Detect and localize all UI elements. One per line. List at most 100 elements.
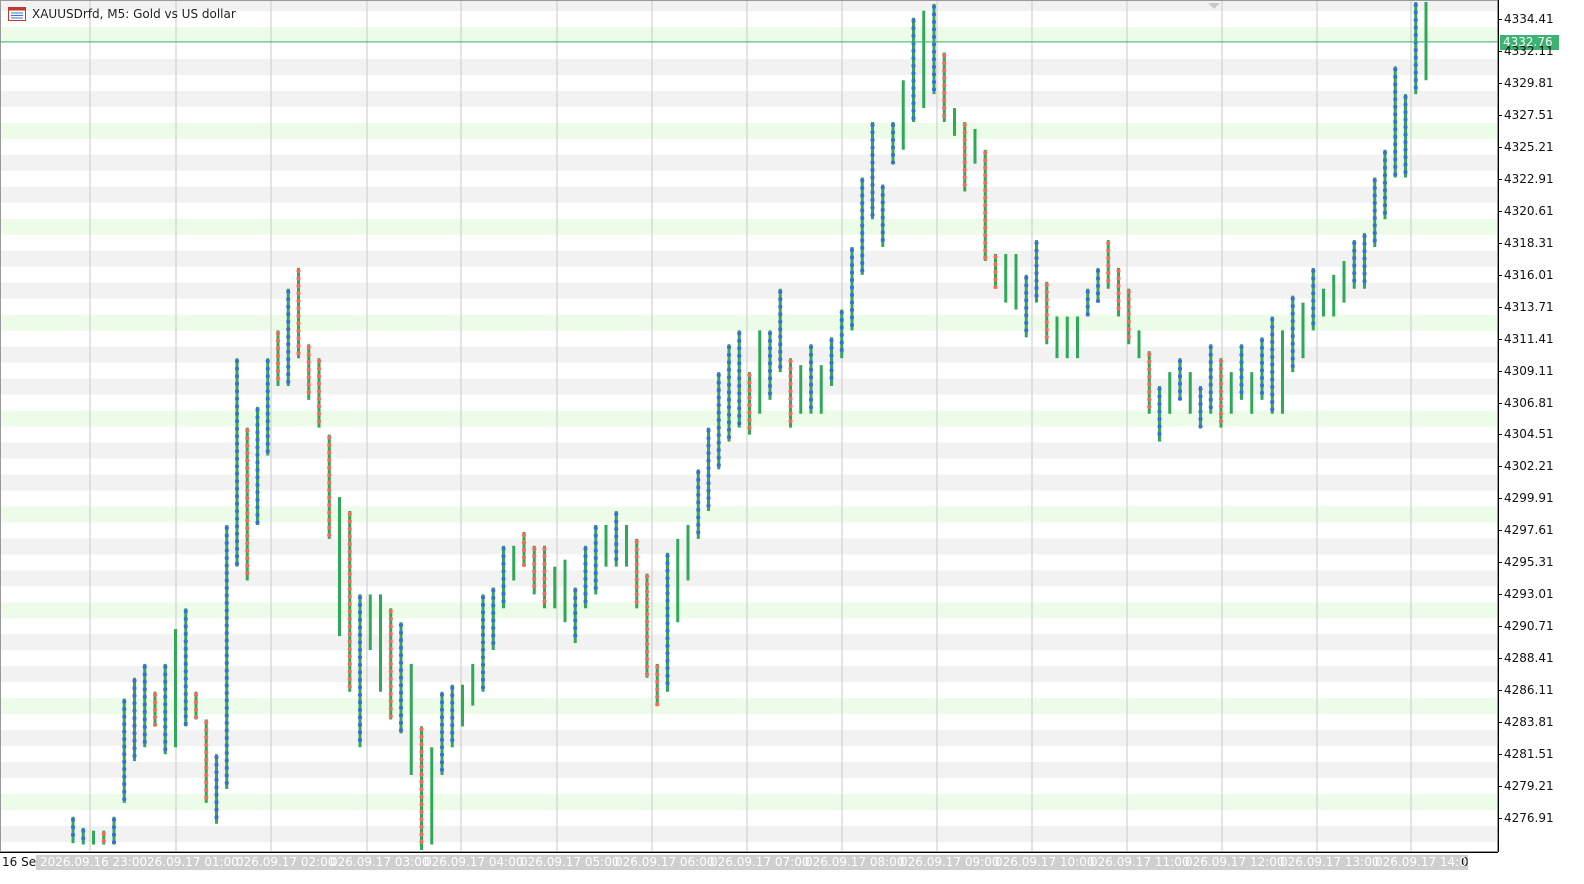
bar-marker <box>891 160 895 165</box>
bar-marker <box>1352 248 1357 253</box>
bar-marker <box>163 687 168 692</box>
bar-marker <box>347 662 352 667</box>
bar-marker <box>1270 317 1275 322</box>
bar-marker <box>1372 193 1377 198</box>
bar-marker <box>1157 424 1162 429</box>
bar-marker <box>1219 404 1223 409</box>
bar-marker <box>306 352 311 357</box>
bar-marker <box>1413 10 1418 15</box>
bar-marker <box>911 18 916 23</box>
bar-marker <box>1126 289 1131 294</box>
bar-marker <box>481 595 485 600</box>
bar-marker <box>501 561 506 566</box>
bar-marker <box>142 687 147 692</box>
bar-marker <box>132 708 137 713</box>
bar-marker <box>286 357 291 362</box>
bar-marker <box>327 533 332 538</box>
bar-marker <box>194 692 198 697</box>
price-tick-mark <box>1498 754 1502 756</box>
bar-marker <box>399 698 403 703</box>
bar-marker <box>942 60 947 65</box>
bar-marker <box>614 512 619 517</box>
bar-marker <box>583 561 588 566</box>
price-tick-mark <box>1498 530 1502 532</box>
bar-marker <box>645 582 649 587</box>
bar-marker <box>1290 341 1295 346</box>
bar-marker <box>327 495 332 500</box>
bar-marker <box>850 300 854 305</box>
bar-marker <box>932 4 936 9</box>
bar-marker <box>665 606 670 611</box>
bar-marker <box>983 180 988 185</box>
price-tick-mark <box>1498 658 1502 660</box>
bar-marker <box>235 531 239 536</box>
price-tick-label: 4332.11 <box>1504 43 1554 58</box>
bar-marker <box>81 836 86 841</box>
bar-marker <box>1413 48 1418 52</box>
bar-marker <box>347 549 352 554</box>
bar-marker <box>1413 18 1418 22</box>
bar-marker <box>296 283 301 288</box>
bar-marker <box>112 825 116 830</box>
bar-marker <box>255 415 260 420</box>
bar-marker <box>870 167 875 172</box>
bar-marker <box>809 352 813 357</box>
bar-marker <box>1157 386 1162 391</box>
bar-marker <box>860 246 865 251</box>
bar-marker <box>747 418 752 423</box>
bar-marker <box>265 419 270 424</box>
bar-marker <box>347 564 352 569</box>
price-tick-mark <box>1498 210 1502 212</box>
bar-marker <box>891 130 895 135</box>
bar-marker <box>71 817 75 822</box>
bar-marker <box>245 563 250 568</box>
bar-marker <box>829 368 834 373</box>
bar-marker <box>358 677 362 682</box>
bar-marker <box>440 760 444 765</box>
bar-marker <box>286 297 291 302</box>
bar-marker <box>153 715 157 720</box>
bar-marker <box>183 691 188 696</box>
bar-marker <box>101 831 106 836</box>
bar-marker <box>1126 327 1131 332</box>
bar-marker <box>593 570 598 575</box>
bar-marker <box>532 584 537 589</box>
price-chart-plot[interactable] <box>0 0 1498 852</box>
bar-marker <box>1393 119 1398 124</box>
bar-marker <box>665 658 670 663</box>
bar-marker <box>1219 411 1223 416</box>
bar-marker <box>880 192 885 197</box>
price-band <box>0 825 1498 842</box>
bar-marker <box>450 715 455 720</box>
price-band <box>0 282 1498 299</box>
bar-marker <box>163 694 168 699</box>
bar-marker <box>983 150 988 155</box>
bar-marker <box>1096 291 1100 296</box>
bar-marker <box>1311 276 1316 281</box>
bar-marker <box>1352 256 1357 261</box>
price-tick-label: 4295.31 <box>1504 555 1554 570</box>
chart-window[interactable]: XAUUSDrfd, M5: Gold vs US dollar 4332.76… <box>0 0 1584 883</box>
bar-marker <box>224 570 229 575</box>
bar-marker <box>962 152 967 157</box>
bar-marker <box>542 569 547 574</box>
bar-marker <box>347 632 352 637</box>
bar-marker <box>788 411 793 416</box>
bar-marker <box>245 518 250 523</box>
bar-marker <box>1096 276 1100 281</box>
price-tick-label: 4288.41 <box>1504 651 1554 666</box>
bar-marker <box>1383 188 1387 193</box>
bar-marker <box>665 636 670 641</box>
bar-marker <box>727 405 731 410</box>
bar-marker <box>1403 155 1408 160</box>
bar-marker <box>1157 401 1162 406</box>
bar-marker <box>1157 416 1162 421</box>
bar-marker <box>737 368 742 373</box>
bar-marker <box>932 64 936 69</box>
bar-marker <box>1393 112 1398 117</box>
bar-marker <box>245 503 250 508</box>
bar-marker <box>829 353 834 358</box>
bar-marker <box>1362 241 1367 246</box>
bar-marker <box>645 574 649 579</box>
bar-marker <box>706 481 711 486</box>
